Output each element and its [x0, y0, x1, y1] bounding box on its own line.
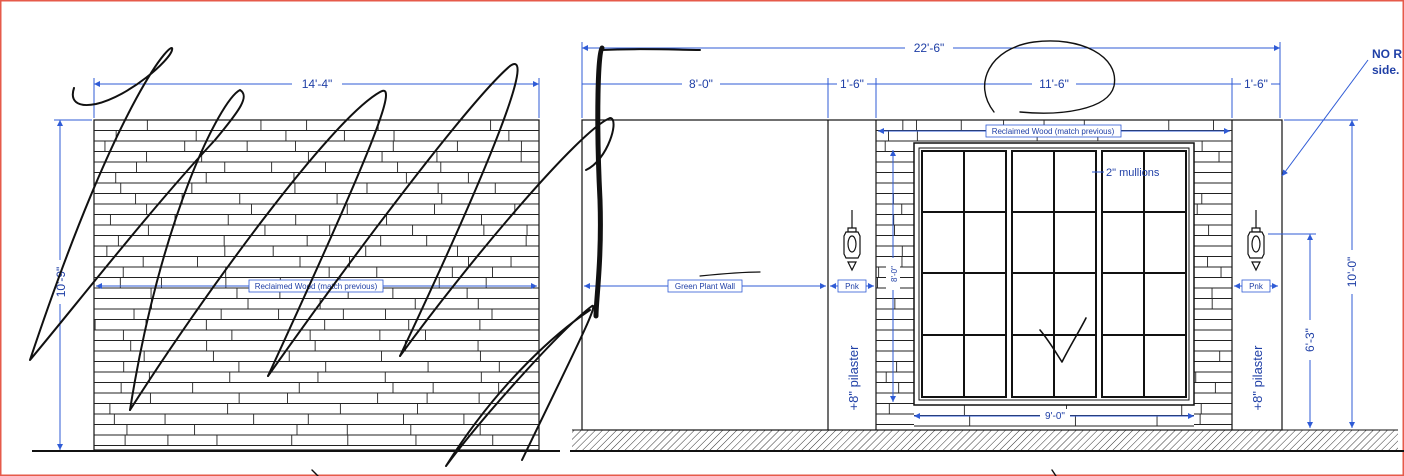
seg-dim-4: 1'-6" [1244, 77, 1268, 91]
mullions-note: 2" mullions [1106, 167, 1160, 179]
seg-dim-2: 1'-6" [840, 77, 864, 91]
pnk-label-left: Pnk [845, 282, 860, 291]
pnk-label-right: Pnk [1249, 282, 1264, 291]
door-height-dim: 8'-0" [890, 266, 899, 282]
french-door [913, 142, 1195, 406]
overall-width-dim: 22'-6" [914, 41, 945, 55]
wall-height-dim: 10'-0" [1345, 257, 1359, 288]
seg-dim-1: 8'-0" [689, 77, 713, 91]
ground-hatch [572, 430, 1398, 450]
pilaster-label-left: +8" pilaster [846, 345, 861, 411]
side-note-line1: NO R [1372, 47, 1402, 61]
left-material-label: Reclaimed Wood (match previous) [255, 282, 378, 291]
door-width-dim: 9'-0" [1045, 411, 1065, 422]
light-height-dim: 6'-3" [1303, 328, 1317, 352]
top-material-label: Reclaimed Wood (match previous) [992, 127, 1115, 136]
pilaster-label-right: +8" pilaster [1250, 345, 1265, 411]
left-width-dim: 14'-4" [302, 77, 333, 91]
side-note-line2: side. [1372, 63, 1399, 77]
seg-dim-3: 11'-6" [1039, 77, 1069, 91]
elevation-drawing: 14'-4" 10'-9" Reclaimed Wood (match prev… [0, 0, 1404, 476]
plant-wall-label: Green Plant Wall [675, 282, 735, 291]
